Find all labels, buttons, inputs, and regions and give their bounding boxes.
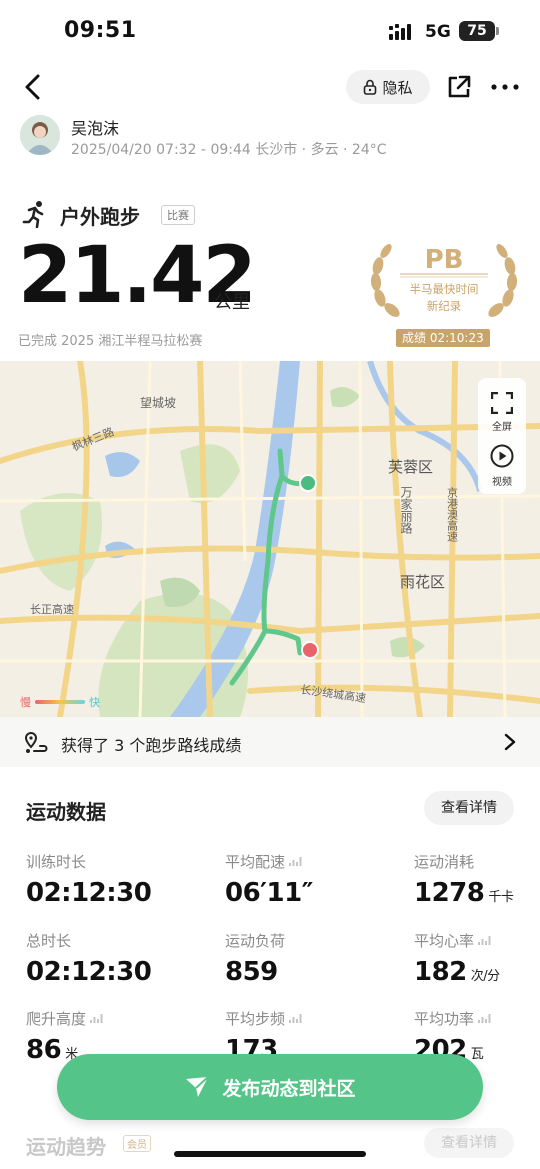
pb-result: 成绩 02:10:23	[396, 329, 490, 347]
home-indicator[interactable]	[174, 1151, 366, 1157]
status-time: 09:51	[64, 18, 137, 43]
video-label: 视频	[492, 477, 512, 488]
achievement-text: 获得了 3 个跑步路线成绩	[61, 736, 242, 755]
trend-chart-icon	[478, 936, 491, 945]
metric-value: 859	[225, 957, 278, 987]
distance-unit: 公里	[214, 292, 250, 313]
privacy-button[interactable]: 隐私	[346, 70, 430, 104]
metric-label: 平均心率	[414, 932, 475, 950]
sport-type: 户外跑步	[60, 205, 140, 229]
route-pin-icon	[24, 731, 48, 753]
metric-value: 02:12:30	[26, 957, 152, 987]
more-icon[interactable]	[490, 74, 520, 100]
map-label-furong: 芙蓉区	[388, 458, 433, 476]
metric-training-time[interactable]: 训练时长 02:12:30	[26, 851, 152, 908]
map-label-yuhua: 雨花区	[400, 573, 445, 591]
metric-calories[interactable]: 运动消耗 1278 千卡	[414, 851, 514, 908]
sport-data-title: 运动数据	[26, 800, 106, 824]
share-icon[interactable]	[446, 74, 472, 100]
metric-training-load[interactable]: 运动负荷 859	[225, 930, 285, 987]
video-play-icon[interactable]	[490, 444, 514, 468]
signal-icon	[389, 24, 411, 40]
metric-label: 运动消耗	[414, 853, 475, 871]
vip-tag: 会员	[123, 1135, 151, 1152]
pb-title: PB	[425, 245, 464, 275]
map-label-wanjiali: 万家丽路	[399, 486, 413, 535]
metric-value: 06′11″	[225, 878, 313, 908]
completed-text: 已完成 2025 湘江半程马拉松赛	[18, 334, 203, 349]
user-name[interactable]: 吴泡沫	[71, 115, 119, 139]
metric-label: 爬升高度	[26, 1010, 87, 1028]
trend-title: 运动趋势	[26, 1135, 106, 1159]
trend-chart-icon	[90, 1014, 103, 1023]
battery-icon	[496, 27, 499, 35]
running-icon	[22, 201, 44, 228]
speed-gradient-bar	[35, 700, 85, 704]
back-arrow-icon[interactable]	[20, 72, 50, 102]
metric-avg-heart-rate[interactable]: 平均心率 182 次/分	[414, 930, 500, 987]
metric-unit: 千卡	[488, 890, 514, 905]
privacy-label: 隐私	[382, 78, 413, 97]
route-start-marker	[299, 474, 317, 492]
race-tag: 比赛	[161, 205, 195, 225]
battery-level: 75	[459, 21, 495, 41]
metric-label: 平均步频	[225, 1010, 286, 1028]
metric-value: 86	[26, 1035, 62, 1065]
avatar[interactable]	[20, 115, 60, 155]
metric-label: 训练时长	[26, 853, 87, 871]
trend-chart-icon	[478, 1014, 491, 1023]
network-type: 5G	[425, 22, 451, 42]
trend-details-button[interactable]: 查看详情	[424, 1128, 514, 1158]
pb-badge[interactable]: PB 半马最快时间 新纪录	[366, 236, 522, 332]
map-label-jinggang: 京港澳高速	[446, 486, 459, 542]
fullscreen-label: 全屏	[492, 422, 512, 433]
map-label-changzhi: 长正高速	[30, 602, 74, 616]
send-icon	[186, 1076, 210, 1097]
metric-label: 运动负荷	[225, 932, 286, 950]
speed-slow-label: 慢	[20, 696, 31, 709]
metric-value: 182	[414, 957, 467, 987]
chevron-right-icon[interactable]	[502, 732, 518, 752]
map-label-wangchengpo: 望城坡	[140, 396, 176, 410]
lock-icon	[364, 79, 377, 95]
route-map[interactable]: 望城坡 枫林三路 芙蓉区 雨花区 长正高速 长沙绕城高速 万家丽路 京港澳高速	[0, 361, 540, 717]
fullscreen-icon[interactable]	[491, 392, 513, 414]
map-controls: 全屏 视频	[478, 378, 526, 494]
trend-chart-icon	[289, 1014, 302, 1023]
metric-value: 02:12:30	[26, 878, 152, 908]
route-end-marker	[301, 641, 319, 659]
metric-label: 平均功率	[414, 1010, 475, 1028]
publish-label: 发布动态到社区	[222, 1077, 356, 1100]
speed-fast-label: 快	[89, 696, 100, 709]
view-details-button[interactable]: 查看详情	[424, 791, 514, 825]
metric-value: 1278	[414, 878, 485, 908]
metric-label: 平均配速	[225, 853, 286, 871]
metric-unit: 瓦	[470, 1047, 484, 1062]
publish-to-community-button[interactable]: 发布动态到社区	[57, 1054, 483, 1120]
activity-meta: 2025/04/20 07:32 - 09:44 长沙市 · 多云 · 24°C	[71, 142, 387, 158]
metric-label: 总时长	[26, 932, 72, 950]
metric-unit: 次/分	[470, 969, 500, 984]
pb-line1: 半马最快时间	[410, 282, 479, 296]
trend-chart-icon	[289, 857, 302, 866]
pb-line2: 新纪录	[427, 299, 462, 313]
metric-avg-pace[interactable]: 平均配速 06′11″	[225, 851, 313, 908]
metric-total-time[interactable]: 总时长 02:12:30	[26, 930, 152, 987]
speed-legend: 慢 快	[20, 694, 100, 710]
